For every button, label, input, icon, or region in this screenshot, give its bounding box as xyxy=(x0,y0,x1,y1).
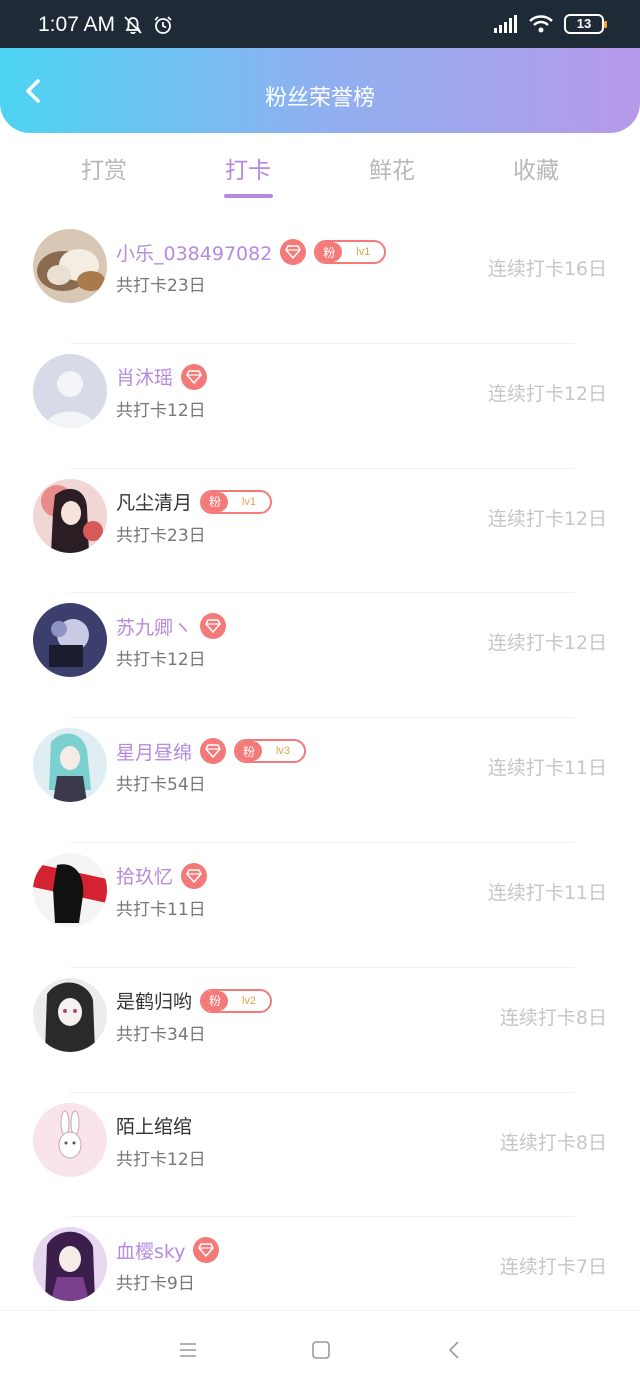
fan-badge-label: 粉 xyxy=(236,741,263,762)
wifi-icon xyxy=(529,15,553,33)
avatar[interactable] xyxy=(33,1227,107,1302)
fan-row[interactable]: 肖沐瑶共打卡12日 连续打卡12日 xyxy=(0,342,640,468)
tab-bar: 打赏 打卡 鲜花 收藏 xyxy=(0,145,640,205)
diamond-icon xyxy=(200,738,227,765)
divider xyxy=(70,966,574,968)
streak-checkins: 连续打卡8日 xyxy=(499,1131,607,1154)
nav-back-icon[interactable] xyxy=(444,1339,466,1361)
fan-name[interactable]: 是鹤归哟 xyxy=(116,987,192,1014)
diamond-icon xyxy=(181,862,208,889)
fan-name[interactable]: 苏九卿ヽ xyxy=(116,613,192,640)
avatar[interactable] xyxy=(33,977,107,1052)
divider xyxy=(70,841,574,843)
divider xyxy=(70,592,574,594)
battery-indicator: 13 xyxy=(564,14,607,34)
fan-level-badge: 粉 lv1 xyxy=(200,489,273,514)
fan-row[interactable]: 陌上绾绾共打卡12日 连续打卡8日 xyxy=(0,1091,640,1217)
avatar[interactable] xyxy=(33,728,107,803)
fan-name[interactable]: 血樱sky xyxy=(116,1237,185,1264)
total-checkins: 共打卡23日 xyxy=(116,276,206,296)
total-checkins: 共打卡12日 xyxy=(116,650,206,671)
tab-checkin[interactable]: 打卡 xyxy=(198,151,298,185)
fan-name[interactable]: 凡尘清月 xyxy=(116,488,192,515)
total-checkins: 共打卡12日 xyxy=(116,1149,206,1170)
fan-name[interactable]: 小乐_038497082 xyxy=(116,239,272,266)
fan-row[interactable]: 拾玖忆共打卡11日 连续打卡11日 xyxy=(0,841,640,967)
fan-badge-label: 粉 xyxy=(202,990,229,1011)
fan-row[interactable]: 星月昼绵 粉 lv3 共打卡54日 连续打卡11日 xyxy=(0,717,640,842)
streak-checkins: 连续打卡7日 xyxy=(499,1256,607,1279)
status-time: 1:07 AM xyxy=(38,13,116,36)
fan-badge-level: lv2 xyxy=(241,994,257,1007)
avatar[interactable] xyxy=(33,353,107,428)
tab-flowers[interactable]: 鲜花 xyxy=(342,151,442,185)
streak-checkins: 连续打卡8日 xyxy=(499,1006,607,1029)
streak-checkins: 连续打卡11日 xyxy=(487,757,607,780)
fan-row[interactable]: 是鹤归哟粉 lv2 共打卡34日 连续打卡8日 xyxy=(0,966,640,1092)
avatar[interactable] xyxy=(33,852,107,927)
total-checkins: 共打卡12日 xyxy=(116,400,206,421)
page-title: 粉丝荣誉榜 xyxy=(264,86,375,111)
fan-name[interactable]: 拾玖忆 xyxy=(116,862,173,889)
fan-badge-level: lv3 xyxy=(275,745,291,758)
fan-level-badge: 粉 lv2 xyxy=(200,988,273,1013)
diamond-icon xyxy=(181,363,208,390)
streak-checkins: 连续打卡12日 xyxy=(487,382,607,405)
divider xyxy=(70,1091,574,1093)
fan-level-badge: 粉 lv3 xyxy=(234,739,307,764)
fan-badge-level: lv1 xyxy=(356,246,371,258)
fan-badge-label: 粉 xyxy=(316,242,343,262)
streak-checkins: 连续打卡16日 xyxy=(487,258,607,280)
fan-row[interactable]: 凡尘清月粉 lv1 共打卡23日 连续打卡12日 xyxy=(0,467,640,593)
diamond-icon xyxy=(193,1237,220,1264)
avatar[interactable] xyxy=(33,1102,107,1177)
active-tab-indicator xyxy=(224,194,273,198)
fan-level-badge: 粉 lv1 xyxy=(314,240,387,264)
fan-badge-label: 粉 xyxy=(202,491,229,512)
diamond-icon xyxy=(200,613,227,640)
fan-name[interactable]: 星月昼绵 xyxy=(116,738,192,765)
streak-checkins: 连续打卡12日 xyxy=(487,632,607,655)
bell-off-icon xyxy=(124,16,142,35)
fan-row[interactable]: 苏九卿ヽ共打卡12日 连续打卡12日 xyxy=(0,592,640,717)
menu-icon[interactable] xyxy=(177,1339,199,1361)
avatar[interactable] xyxy=(33,229,107,303)
total-checkins: 共打卡9日 xyxy=(116,1274,195,1295)
diamond-icon xyxy=(280,239,307,265)
total-checkins: 共打卡11日 xyxy=(116,899,206,920)
header: 粉丝荣誉榜 xyxy=(0,48,640,133)
tab-favorites[interactable]: 收藏 xyxy=(486,151,586,185)
avatar[interactable] xyxy=(33,478,107,553)
fan-list: 小乐_038497082 粉 lv1 共打卡23日 连续打卡16日 肖沐瑶 共打卡12日 连续… xyxy=(0,218,640,1341)
alarm-icon xyxy=(154,16,172,34)
home-icon[interactable] xyxy=(310,1339,332,1361)
fan-badge-level: lv1 xyxy=(241,495,257,508)
system-nav-bar xyxy=(0,1310,640,1387)
total-checkins: 共打卡34日 xyxy=(116,1024,206,1045)
signal-icon xyxy=(494,15,517,33)
divider xyxy=(70,717,574,719)
streak-checkins: 连续打卡12日 xyxy=(487,507,607,530)
divider xyxy=(70,467,574,469)
status-bar: 1:07 AM 13 xyxy=(0,0,640,48)
fan-name[interactable]: 陌上绾绾 xyxy=(116,1112,192,1139)
streak-checkins: 连续打卡11日 xyxy=(487,881,607,904)
avatar[interactable] xyxy=(33,603,107,678)
divider xyxy=(70,342,574,344)
divider xyxy=(70,1216,574,1218)
total-checkins: 共打卡54日 xyxy=(116,775,206,796)
total-checkins: 共打卡23日 xyxy=(116,525,206,546)
tab-reward[interactable]: 打赏 xyxy=(54,151,154,185)
fan-name[interactable]: 肖沐瑶 xyxy=(116,363,173,390)
fan-row[interactable]: 小乐_038497082 粉 lv1 共打卡23日 连续打卡16日 xyxy=(0,218,640,343)
